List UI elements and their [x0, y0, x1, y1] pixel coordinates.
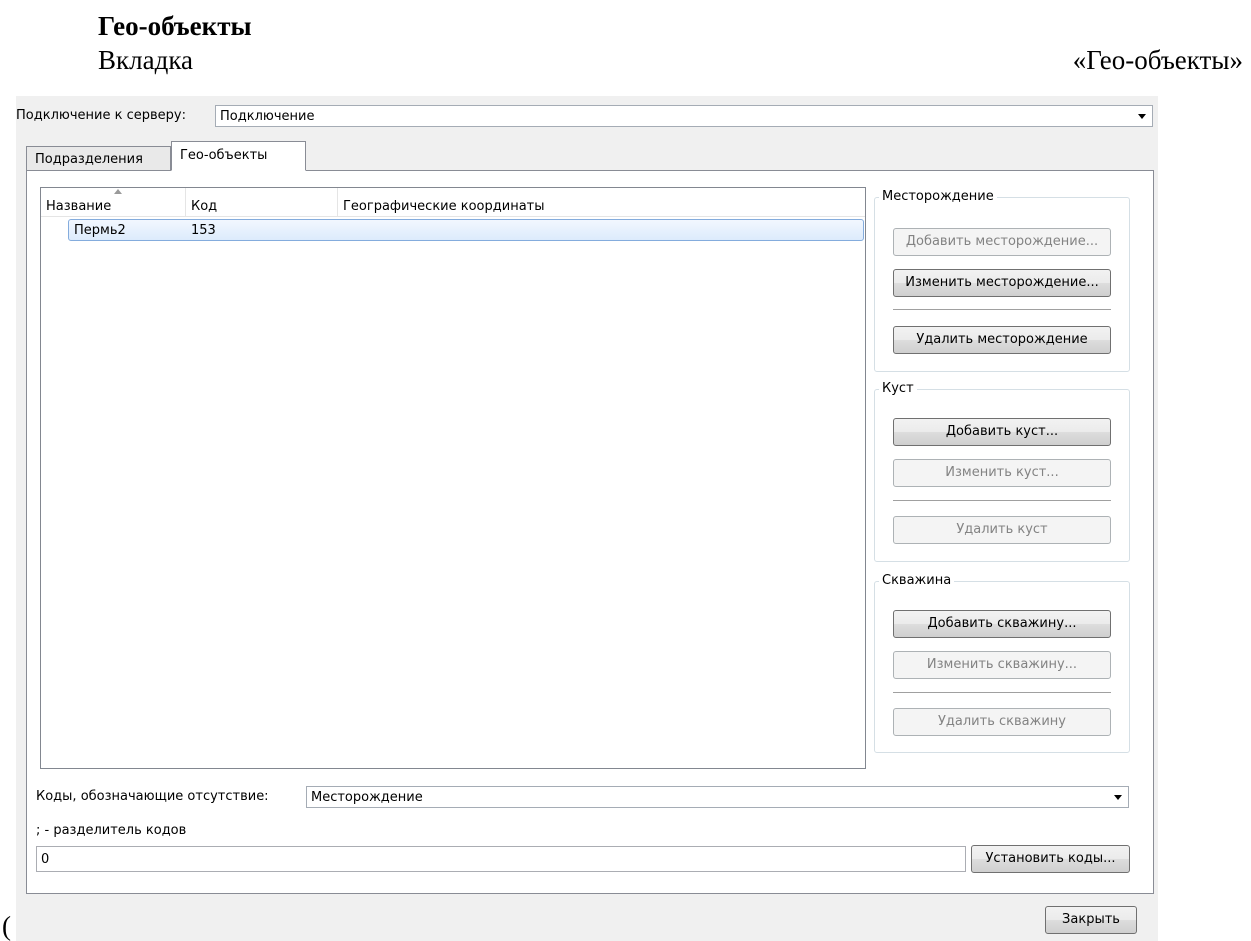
column-header-coordinates-label: Географические координаты — [343, 199, 545, 214]
document-text-right: «Гео-объекты» — [1072, 45, 1243, 75]
tab-geo-objects-label: Гео-объекты — [180, 148, 268, 163]
well-group-title: Скважина — [879, 573, 955, 588]
set-codes-button[interactable]: Установить коды... — [971, 845, 1130, 873]
geo-objects-dialog: Подключение к серверу: Подключение Подра… — [16, 96, 1158, 941]
add-well-button[interactable]: Добавить скважину... — [893, 610, 1111, 638]
document-heading: Гео-объекты — [98, 11, 252, 41]
codes-input[interactable]: 0 — [36, 846, 966, 872]
chevron-down-icon[interactable] — [1114, 795, 1122, 800]
list-item-name: Пермь2 — [74, 223, 126, 238]
field-group-divider — [893, 309, 1111, 310]
absence-codes-label: Коды, обозначающие отсутствие: — [36, 789, 269, 804]
well-group: Скважина Добавить скважину... Изменить с… — [874, 573, 1130, 753]
add-field-button[interactable]: Добавить месторождение... — [893, 228, 1111, 256]
absence-codes-select-value: Месторождение — [311, 790, 423, 805]
absence-codes-select[interactable]: Месторождение — [306, 786, 1129, 808]
geo-objects-list[interactable]: Название Код Географические координаты П… — [40, 187, 866, 769]
column-header-coordinates[interactable]: Географические координаты — [338, 188, 867, 216]
document-text-fragment: ( — [2, 911, 11, 941]
server-connection-select[interactable]: Подключение — [215, 105, 1153, 127]
sort-ascending-icon — [114, 189, 122, 194]
well-group-divider — [893, 692, 1111, 693]
column-header-name[interactable]: Название — [41, 188, 186, 216]
column-header-code-label: Код — [191, 199, 218, 214]
document-text-left: Вкладка — [98, 45, 194, 75]
add-pad-button[interactable]: Добавить куст... — [893, 418, 1111, 446]
field-group-title: Месторождение — [879, 189, 997, 204]
column-header-code[interactable]: Код — [186, 188, 338, 216]
delete-well-button[interactable]: Удалить скважину — [893, 708, 1111, 736]
list-header: Название Код Географические координаты — [41, 188, 865, 217]
tab-departments-label: Подразделения — [35, 152, 143, 167]
server-connection-label: Подключение к серверу: — [16, 108, 186, 123]
list-item[interactable]: Пермь2 153 — [68, 219, 864, 241]
pad-group-title: Куст — [879, 381, 917, 396]
list-item-code: 153 — [191, 223, 216, 238]
server-connection-value: Подключение — [220, 109, 315, 124]
tab-departments[interactable]: Подразделения — [26, 146, 171, 171]
close-button[interactable]: Закрыть — [1045, 906, 1137, 934]
pad-group-divider — [893, 500, 1111, 501]
field-group: Месторождение Добавить месторождение... … — [874, 189, 1130, 372]
document-text-line: Вкладка «Гео-объекты» — [98, 45, 1243, 76]
codes-input-value: 0 — [41, 852, 50, 867]
chevron-down-icon[interactable] — [1138, 114, 1146, 119]
delete-pad-button[interactable]: Удалить куст — [893, 516, 1111, 544]
column-header-name-label: Название — [46, 199, 112, 214]
code-separator-hint: ; - разделитель кодов — [36, 823, 187, 838]
edit-field-button[interactable]: Изменить месторождение... — [893, 269, 1111, 297]
tab-geo-objects[interactable]: Гео-объекты — [171, 141, 306, 171]
edit-pad-button[interactable]: Изменить куст... — [893, 459, 1111, 487]
delete-field-button[interactable]: Удалить месторождение — [893, 326, 1111, 354]
pad-group: Куст Добавить куст... Изменить куст... У… — [874, 381, 1130, 562]
edit-well-button[interactable]: Изменить скважину... — [893, 651, 1111, 679]
